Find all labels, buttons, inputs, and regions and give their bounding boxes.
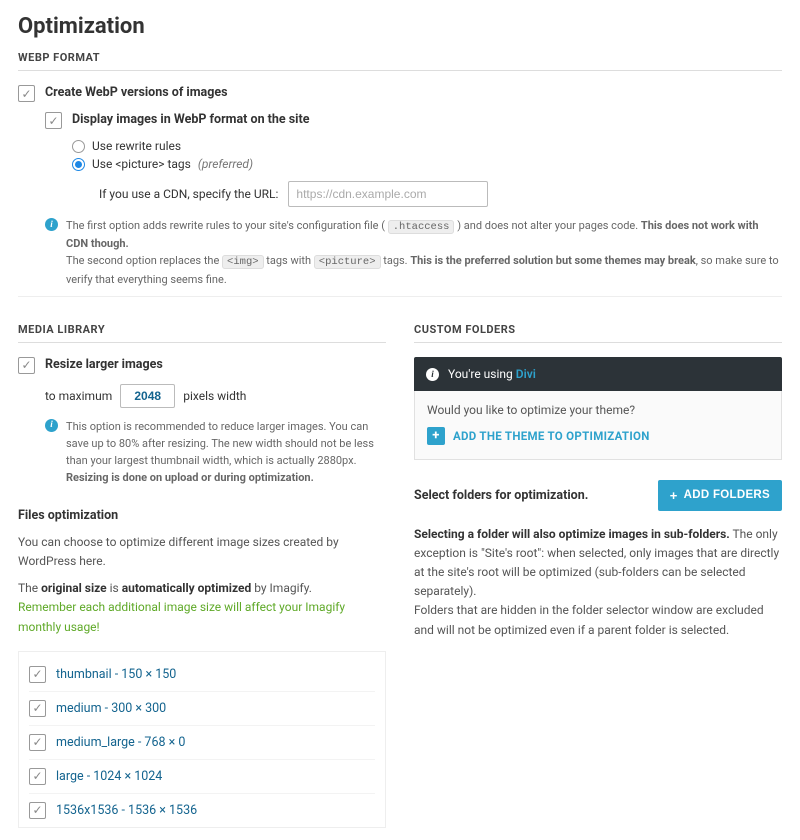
add-folders-button[interactable]: + ADD FOLDERS [658, 480, 782, 511]
page-title: Optimization [18, 14, 782, 39]
create-webp-checkbox[interactable] [18, 85, 35, 102]
create-webp-label: Create WebP versions of images [45, 85, 228, 100]
cdn-url-input[interactable] [288, 181, 488, 207]
resize-larger-checkbox[interactable] [18, 357, 35, 374]
size-large-checkbox[interactable] [29, 768, 46, 785]
optimize-theme-question: Would you like to optimize your theme? [427, 403, 769, 417]
image-sizes-list: thumbnail - 150 × 150 medium - 300 × 300… [18, 651, 386, 828]
size-1536: 1536x1536 - 1536 × 1536 [29, 794, 375, 827]
display-webp-label: Display images in WebP format on the sit… [72, 112, 309, 127]
size-medium-large: medium_large - 768 × 0 [29, 726, 375, 760]
files-optimization-heading: Files optimization [18, 508, 386, 523]
max-width-input[interactable] [120, 384, 175, 408]
section-media-library: MEDIA LIBRARY [18, 315, 386, 343]
plus-icon: + [670, 488, 678, 503]
folder-description: Selecting a folder will also optimize im… [414, 525, 782, 640]
webp-info-text: The first option adds rewrite rules to y… [66, 217, 782, 288]
pixels-width-label: pixels width [183, 389, 246, 403]
picture-tags-label: Use <picture> tags [92, 157, 191, 171]
size-large: large - 1024 × 1024 [29, 760, 375, 794]
section-custom-folders: CUSTOM FOLDERS [414, 315, 782, 343]
size-thumbnail: thumbnail - 150 × 150 [29, 658, 375, 692]
info-icon: i [45, 218, 58, 231]
resize-info-text: This option is recommended to reduce lar… [66, 418, 386, 486]
size-medium: medium - 300 × 300 [29, 692, 375, 726]
select-folders-label: Select folders for optimization. [414, 488, 588, 503]
cdn-label: If you use a CDN, specify the URL: [99, 187, 278, 201]
files-line2: The original size is automatically optim… [18, 579, 386, 598]
info-icon: i [426, 368, 439, 381]
size-1536-checkbox[interactable] [29, 802, 46, 819]
size-thumbnail-checkbox[interactable] [29, 666, 46, 683]
theme-name: Divi [516, 367, 536, 381]
rewrite-rules-label: Use rewrite rules [92, 139, 181, 153]
add-theme-button[interactable]: + ADD THE THEME TO OPTIMIZATION [427, 427, 650, 445]
info-icon: i [45, 419, 58, 432]
plus-icon: + [427, 427, 445, 445]
theme-banner: i You're using Divi [414, 357, 782, 391]
to-maximum-label: to maximum [45, 389, 112, 403]
files-line1: You can choose to optimize different ima… [18, 533, 386, 571]
size-medium-checkbox[interactable] [29, 700, 46, 717]
files-green-note: Remember each additional image size will… [18, 598, 386, 636]
picture-tags-radio[interactable] [72, 158, 85, 171]
section-webp-format: WEBP FORMAT [18, 43, 782, 71]
display-webp-checkbox[interactable] [45, 112, 62, 129]
size-medium-large-checkbox[interactable] [29, 734, 46, 751]
preferred-note: (preferred) [198, 157, 253, 171]
resize-larger-label: Resize larger images [45, 357, 163, 372]
rewrite-rules-radio[interactable] [72, 140, 85, 153]
